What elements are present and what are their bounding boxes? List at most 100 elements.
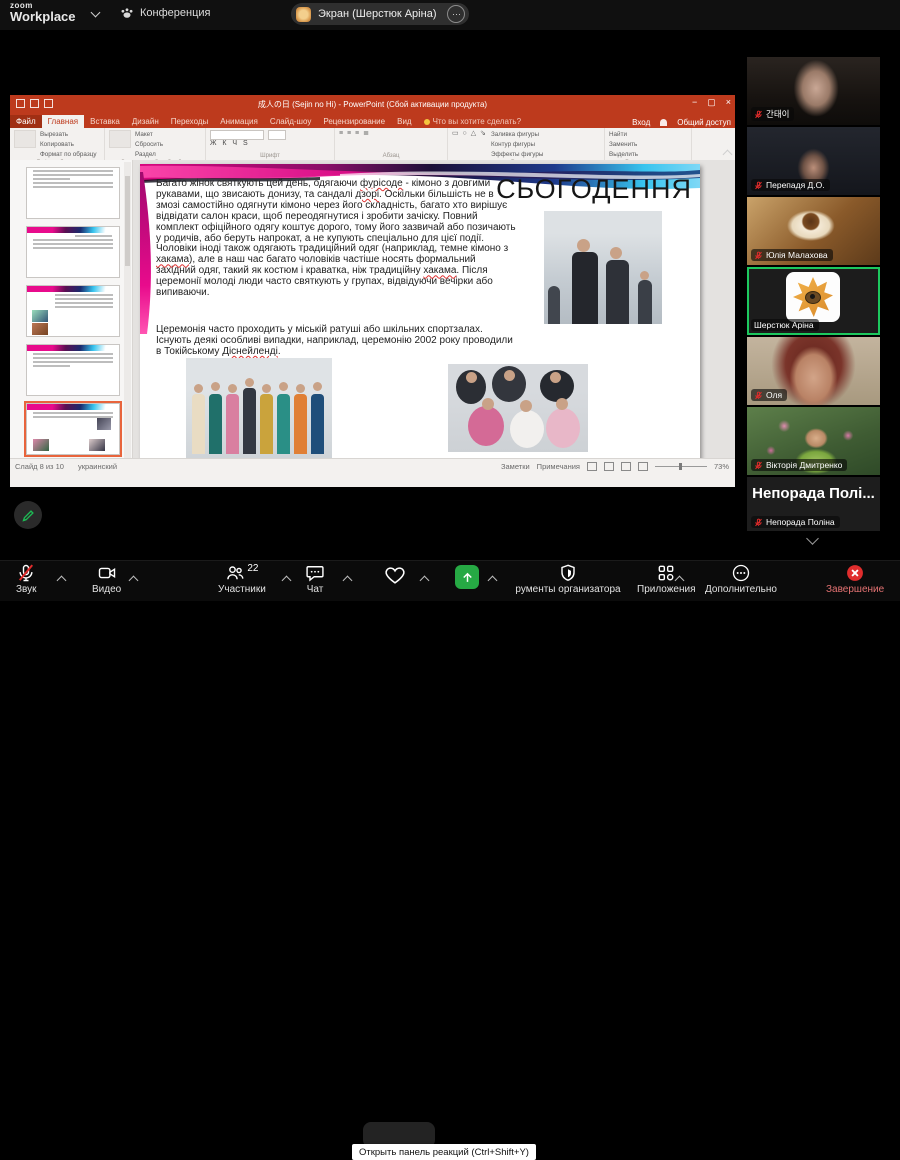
workspace-chevron-icon[interactable] bbox=[90, 7, 101, 18]
ppt-ribbon: Вырезать Копировать Формат по образцу Бу… bbox=[10, 128, 735, 166]
apps-options-caret[interactable] bbox=[674, 571, 685, 589]
slide-title: СЬОГОДЕННЯ bbox=[496, 174, 692, 204]
participant-tile[interactable]: 간태이 bbox=[747, 57, 880, 125]
photo-celebration-group bbox=[448, 364, 588, 452]
share-options-caret[interactable] bbox=[487, 571, 498, 589]
slide-counter: Слайд 8 из 10 bbox=[15, 461, 64, 471]
reset-label: Сбросить bbox=[135, 141, 163, 149]
chat-button[interactable]: Чат bbox=[305, 563, 325, 595]
logo-workplace: Workplace bbox=[10, 9, 76, 24]
find-label: Найти bbox=[609, 131, 627, 138]
participants-icon bbox=[227, 566, 244, 580]
ribbon-group-editing: Найти Заменить Выделить Редактирование bbox=[605, 128, 692, 166]
participant-tile-active-speaker[interactable]: Шерстюк Аріна bbox=[747, 267, 880, 335]
sign-in-label: Вход bbox=[632, 118, 651, 127]
participant-tile-no-video[interactable]: Непорада Полі... Непорада Поліна bbox=[747, 477, 880, 531]
ribbon-group-clipboard: Вырезать Копировать Формат по образцу Бу… bbox=[10, 128, 105, 166]
view-reading-icon bbox=[620, 461, 631, 471]
format-painter-label: Формат по образцу bbox=[40, 151, 97, 159]
heart-icon bbox=[385, 567, 405, 584]
video-options-caret[interactable] bbox=[128, 571, 139, 589]
participant-name: 간태이 bbox=[766, 109, 790, 119]
participants-count: 22 bbox=[247, 563, 259, 574]
participant-tile[interactable]: Юлія Малахова bbox=[747, 197, 880, 265]
restore-icon: ▢ bbox=[707, 97, 716, 107]
reactions-options-caret[interactable] bbox=[419, 571, 430, 589]
end-meeting-button[interactable]: Завершение bbox=[826, 563, 884, 595]
new-slide-button bbox=[109, 130, 131, 148]
audio-options-caret[interactable] bbox=[56, 571, 67, 589]
screen-share-indicator[interactable]: Экран (Шерстюк Аріна) ⋯ bbox=[291, 3, 470, 25]
audio-button[interactable]: Звук bbox=[16, 563, 37, 595]
muted-mic-icon bbox=[755, 461, 762, 469]
ppt-window-title: 成人の日 (Sejin no Hi) - PowerPoint (Сбой ак… bbox=[257, 100, 488, 109]
tab-insert: Вставка bbox=[90, 117, 120, 126]
chat-options-caret[interactable] bbox=[342, 571, 353, 589]
language-indicator: украинский bbox=[77, 461, 118, 471]
tab-home: Главная bbox=[41, 115, 85, 128]
shapes-gallery: ▭ ○ △ ⇘ bbox=[452, 130, 487, 137]
meeting-tab[interactable]: Конференция bbox=[120, 7, 210, 19]
photo-men-in-kimono bbox=[544, 211, 662, 324]
share-screen-button[interactable] bbox=[455, 565, 479, 589]
photo-kimono-group bbox=[186, 358, 332, 458]
slide-thumbnail bbox=[26, 226, 120, 278]
bulb-icon bbox=[423, 118, 430, 125]
select-label: Выделить bbox=[609, 151, 639, 159]
end-call-icon bbox=[847, 565, 864, 581]
slide-thumbnail-panel bbox=[10, 160, 133, 473]
ribbon-group-font: Ж К Ч S Шрифт bbox=[206, 128, 335, 160]
camera-icon bbox=[98, 567, 115, 579]
participant-tile[interactable]: Перепадя Д.О. bbox=[747, 127, 880, 195]
zoom-slider bbox=[654, 462, 707, 470]
replace-label: Заменить bbox=[609, 141, 638, 149]
more-button[interactable]: Дополнительно bbox=[705, 563, 777, 595]
participants-button[interactable]: 22 Участники bbox=[218, 563, 266, 595]
chat-bubble-icon bbox=[306, 566, 324, 582]
slide-thumbnail bbox=[26, 167, 120, 219]
close-icon: × bbox=[725, 97, 731, 107]
gallery-scroll-down-icon[interactable] bbox=[806, 532, 819, 545]
reactions-button[interactable] bbox=[383, 564, 407, 586]
slide-thumbnail bbox=[26, 344, 120, 396]
ppt-status-bar: Слайд 8 из 10 украинский Заметки Примеча… bbox=[10, 458, 735, 473]
participant-display-name: Непорада Полі... bbox=[752, 485, 875, 502]
video-button[interactable]: Видео bbox=[92, 563, 121, 595]
notes-toggle: Заметки bbox=[500, 461, 530, 471]
participants-options-caret[interactable] bbox=[281, 571, 292, 589]
share-options-button[interactable]: ⋯ bbox=[447, 5, 466, 23]
zoom-workplace-logo: zoom Workplace bbox=[10, 2, 76, 24]
host-tools-button[interactable]: рументы организатора bbox=[508, 563, 628, 595]
participant-tile[interactable]: Оля bbox=[747, 337, 880, 405]
sharer-avatar-icon bbox=[296, 6, 311, 22]
avatar bbox=[786, 272, 840, 322]
ellipsis-circle-icon bbox=[732, 564, 750, 582]
muted-mic-icon bbox=[755, 110, 762, 118]
tab-view: Вид bbox=[397, 117, 412, 126]
reactions-tooltip: Открыть панель реакций (Ctrl+Shift+Y) bbox=[352, 1144, 536, 1160]
view-normal-icon bbox=[586, 461, 597, 471]
slide-thumbnail bbox=[26, 285, 120, 337]
view-slideshow-icon bbox=[637, 461, 648, 471]
shape-effects-label: Эффекты фигуры bbox=[490, 151, 544, 159]
shape-fill-label: Заливка фигуры bbox=[490, 131, 540, 138]
share-screen-icon bbox=[455, 565, 479, 589]
pencil-icon bbox=[21, 509, 34, 522]
avatar-eye bbox=[805, 291, 821, 304]
apps-button[interactable]: Приложения bbox=[637, 563, 696, 595]
meeting-control-bar: Звук Видео 22 Участники Чат рументы орга… bbox=[0, 560, 900, 1160]
shared-screen-powerpoint-window: 成人の日 (Sejin no Hi) - PowerPoint (Сбой ак… bbox=[10, 95, 735, 487]
annotation-button[interactable] bbox=[14, 501, 42, 529]
section-label: Раздел bbox=[135, 151, 156, 159]
ppt-ribbon-tabs: Файл Главная Вставка Дизайн Переходы Ани… bbox=[10, 113, 735, 128]
tab-animations: Анимация bbox=[220, 117, 258, 126]
ribbon-group-slides: Макет Сбросить Раздел Создать слайд · Сл… bbox=[105, 128, 206, 166]
tell-me-search: Что вы хотите сделать? bbox=[418, 115, 527, 128]
muted-mic-icon bbox=[755, 391, 762, 399]
participant-name: Непорада Поліна bbox=[766, 517, 835, 527]
person-icon bbox=[660, 119, 668, 126]
muted-mic-icon bbox=[755, 181, 762, 189]
tab-review: Рецензирование bbox=[323, 117, 386, 126]
participant-tile[interactable]: Вікторія Дмитренко bbox=[747, 407, 880, 475]
font-style-buttons: Ж К Ч S bbox=[210, 140, 250, 147]
